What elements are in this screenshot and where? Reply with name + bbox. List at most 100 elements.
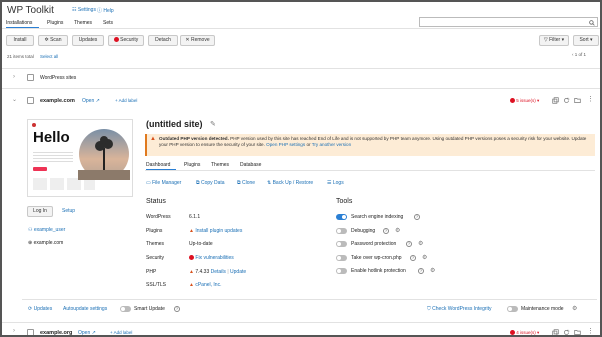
- site1-domain[interactable]: example.com: [40, 98, 75, 104]
- prev-page-icon[interactable]: ‹: [572, 52, 574, 57]
- scan-button[interactable]: ✲ Scan: [38, 35, 68, 46]
- site1-login-button[interactable]: Log In: [27, 206, 53, 217]
- hotlink-protection-settings-icon[interactable]: ⚙: [430, 267, 435, 274]
- group-checkbox[interactable]: [27, 74, 34, 81]
- tab-sets[interactable]: Sets: [103, 20, 113, 26]
- autoupdate-settings-link[interactable]: Autoupdate settings: [63, 306, 107, 312]
- status-php-label: PHP: [146, 269, 157, 275]
- copy-data-link[interactable]: ⧉ Copy Data: [196, 180, 225, 186]
- group-expand-icon[interactable]: ›: [13, 74, 15, 80]
- site-preview-thumbnail[interactable]: Hello: [27, 119, 133, 197]
- site2-refresh-icon[interactable]: [563, 329, 570, 336]
- php-update-link[interactable]: Update: [230, 269, 246, 275]
- tab-site-themes[interactable]: Themes: [211, 162, 229, 168]
- site1-open-link[interactable]: Open ↗: [82, 98, 100, 104]
- wp-cron-toggle[interactable]: [336, 255, 347, 261]
- open-php-settings-link[interactable]: Open PHP settings: [266, 142, 305, 147]
- maintenance-mode-toggle[interactable]: [507, 306, 518, 312]
- logs-link[interactable]: ☰ Logs: [327, 180, 344, 186]
- edit-title-icon[interactable]: ✎: [210, 120, 216, 128]
- remove-button[interactable]: ✕ Remove: [180, 35, 215, 46]
- integrity-icon: ⛉: [427, 306, 431, 312]
- hotlink-protection-help-icon[interactable]: ?: [418, 268, 424, 274]
- smart-update-help-icon[interactable]: ?: [174, 306, 180, 312]
- try-another-version-link[interactable]: Try another version: [312, 142, 351, 147]
- clone-link[interactable]: ⧉ Clone: [237, 180, 255, 186]
- status-themes-value: Up-to-date: [189, 241, 213, 247]
- status-wordpress-value: 6.1.1: [189, 214, 201, 220]
- search-indexing-help-icon[interactable]: ?: [414, 214, 420, 220]
- hotlink-protection-toggle[interactable]: [336, 268, 347, 274]
- filter-icon: ▽: [543, 37, 548, 43]
- tab-site-plugins[interactable]: Plugins: [184, 162, 200, 168]
- site1-setup-link[interactable]: Setup: [62, 208, 75, 214]
- file-manager-link[interactable]: ▭ File Manager: [146, 180, 181, 186]
- php-details-link[interactable]: Details: [211, 269, 226, 275]
- site1-refresh-icon[interactable]: [563, 97, 570, 104]
- tab-installations[interactable]: Installations: [6, 20, 32, 26]
- preview-desert-image: [78, 129, 130, 180]
- site2-open-link[interactable]: Open ↗: [78, 330, 96, 335]
- issues-alert-icon: [510, 98, 515, 104]
- updates-icon: ⟳: [28, 306, 33, 312]
- site1-issues[interactable]: 5 issue(s) ▾: [510, 98, 539, 104]
- site1-more-icon[interactable]: ⋮: [587, 95, 594, 103]
- site1-folder-icon[interactable]: [574, 97, 581, 104]
- tab-plugins[interactable]: Plugins: [47, 20, 63, 26]
- install-button[interactable]: Install: [6, 35, 34, 46]
- site2-domain[interactable]: example.org: [40, 330, 72, 335]
- password-protection-toggle[interactable]: [336, 241, 347, 247]
- tab-themes[interactable]: Themes: [74, 20, 92, 26]
- file-manager-icon: ▭: [146, 180, 151, 186]
- preview-wp-logo-icon: [32, 123, 36, 127]
- status-ssl-value[interactable]: ▲ cPanel, Inc.: [189, 282, 221, 288]
- wp-toolkit-window: WP Toolkit ☷ Settings ⓘ Help Installatio…: [0, 0, 602, 337]
- maintenance-settings-icon[interactable]: ⚙: [572, 305, 577, 312]
- check-integrity-link[interactable]: ⛉ Check WordPress Integrity: [427, 306, 492, 312]
- security-button[interactable]: Security: [108, 35, 144, 46]
- tab-database[interactable]: Database: [240, 162, 261, 168]
- site1-copy-icon[interactable]: [552, 97, 559, 104]
- items-total: 21 items total: [7, 54, 34, 59]
- password-protection-settings-icon[interactable]: ⚙: [418, 240, 423, 247]
- smart-update-toggle[interactable]: [120, 306, 131, 312]
- site1-user[interactable]: ⚇ example_user: [28, 227, 65, 233]
- debugging-settings-icon[interactable]: ⚙: [395, 227, 400, 234]
- user-icon: ⚇: [28, 227, 33, 233]
- site1-add-label[interactable]: + Add label: [115, 98, 137, 103]
- site2-expand-icon[interactable]: ›: [13, 328, 15, 334]
- site1-checkbox[interactable]: [27, 97, 34, 104]
- debugging-toggle[interactable]: [336, 228, 347, 234]
- page-title: WP Toolkit: [7, 5, 54, 16]
- search-indexing-toggle[interactable]: [336, 214, 347, 220]
- site1-collapse-icon[interactable]: ⌄: [12, 96, 17, 103]
- sort-button[interactable]: Sort ▾: [573, 35, 599, 46]
- filter-button[interactable]: ▽ Filter ▾: [539, 35, 569, 46]
- search-input[interactable]: [419, 17, 598, 27]
- status-plugins-value[interactable]: ▲ Install plugin updates: [189, 228, 242, 234]
- select-all-link[interactable]: Select all: [40, 54, 58, 59]
- updates-link[interactable]: ⟳ Updates: [28, 306, 52, 312]
- site2-copy-icon[interactable]: [552, 329, 559, 336]
- wp-cron-settings-icon[interactable]: ⚙: [422, 254, 427, 261]
- tab-dashboard[interactable]: Dashboard: [146, 162, 170, 168]
- status-security-value[interactable]: Fix vulnerabilities: [189, 255, 234, 261]
- detach-button[interactable]: Detach: [148, 35, 178, 46]
- site2-issues[interactable]: 4 issue(s) ▾: [510, 330, 539, 335]
- site2-add-label[interactable]: + Add label: [110, 330, 132, 335]
- password-protection-help-icon[interactable]: ?: [406, 241, 412, 247]
- wp-cron-help-icon[interactable]: ?: [410, 255, 416, 261]
- settings-icon: ☷: [72, 7, 77, 13]
- group-divider-bottom: [2, 88, 600, 89]
- updates-button[interactable]: Updates: [72, 35, 104, 46]
- site2-checkbox[interactable]: [27, 329, 34, 335]
- help-link[interactable]: ⓘ Help: [97, 7, 114, 14]
- settings-link[interactable]: ☷ Settings: [72, 7, 96, 13]
- backup-restore-link[interactable]: ⇅ Back Up / Restore: [267, 180, 313, 186]
- preview-button: [33, 167, 47, 171]
- debugging-help-icon[interactable]: ?: [383, 228, 389, 234]
- site2-more-icon[interactable]: ⋮: [587, 327, 594, 335]
- preview-text-lines: [33, 150, 73, 164]
- backup-icon: ⇅: [267, 180, 272, 186]
- site2-folder-icon[interactable]: [574, 329, 581, 336]
